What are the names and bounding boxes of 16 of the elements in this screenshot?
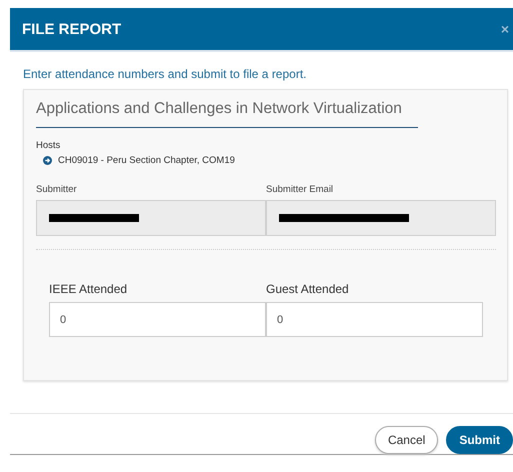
field-label: Submitter Email — [266, 184, 334, 197]
instruction-text: Enter attendance numbers and submit to file a report. — [23, 67, 308, 81]
cancel-button[interactable]: Cancel — [374, 426, 438, 454]
arrow-circle-icon[interactable] — [43, 156, 52, 165]
readonly-field[interactable] — [266, 200, 496, 236]
field-label: Guest Attended — [266, 282, 350, 298]
host-link[interactable]: CH09019 - Peru Section Chapter, COM19 — [58, 155, 235, 166]
field-label: Submitter — [36, 184, 78, 197]
dialog-title: FILE REPORT — [22, 20, 122, 38]
readonly-field[interactable] — [36, 200, 266, 236]
number-field[interactable]: 0 — [266, 302, 483, 337]
number-field[interactable]: 0 — [49, 302, 266, 337]
hosts-label: Hosts — [36, 140, 62, 151]
submit-button[interactable]: Submit — [446, 426, 513, 454]
field-label: IEEE Attended — [49, 282, 128, 298]
event-title: Applications and Challenges in Network Virtualization — [36, 100, 418, 128]
